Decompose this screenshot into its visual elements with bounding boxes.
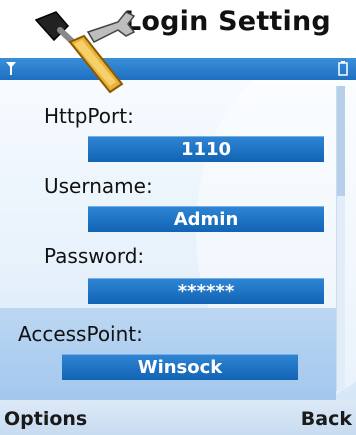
options-softkey[interactable]: Options: [4, 408, 87, 430]
password-field[interactable]: ******: [88, 278, 324, 304]
httpport-label: HttpPort:: [44, 104, 134, 128]
password-label: Password:: [44, 244, 145, 268]
username-label: Username:: [44, 174, 153, 198]
softkey-bar: Options Back: [0, 400, 356, 435]
battery-icon: [338, 61, 348, 76]
back-softkey[interactable]: Back: [301, 408, 352, 430]
settings-list: HttpPort: 1110 Username: Admin Password:…: [0, 80, 356, 400]
app-title: Login Setting: [124, 6, 331, 37]
accesspoint-field[interactable]: Winsock: [62, 354, 298, 380]
accesspoint-item[interactable]: AccessPoint: Winsock: [0, 308, 336, 400]
tools-wrench-screwdriver-icon: [34, 11, 136, 94]
signal-icon: [6, 62, 16, 75]
scrollbar-thumb[interactable]: [337, 86, 345, 196]
httpport-field[interactable]: 1110: [88, 136, 324, 162]
accesspoint-label: AccessPoint:: [18, 322, 143, 346]
username-field[interactable]: Admin: [88, 206, 324, 232]
scrollbar[interactable]: [336, 86, 345, 391]
